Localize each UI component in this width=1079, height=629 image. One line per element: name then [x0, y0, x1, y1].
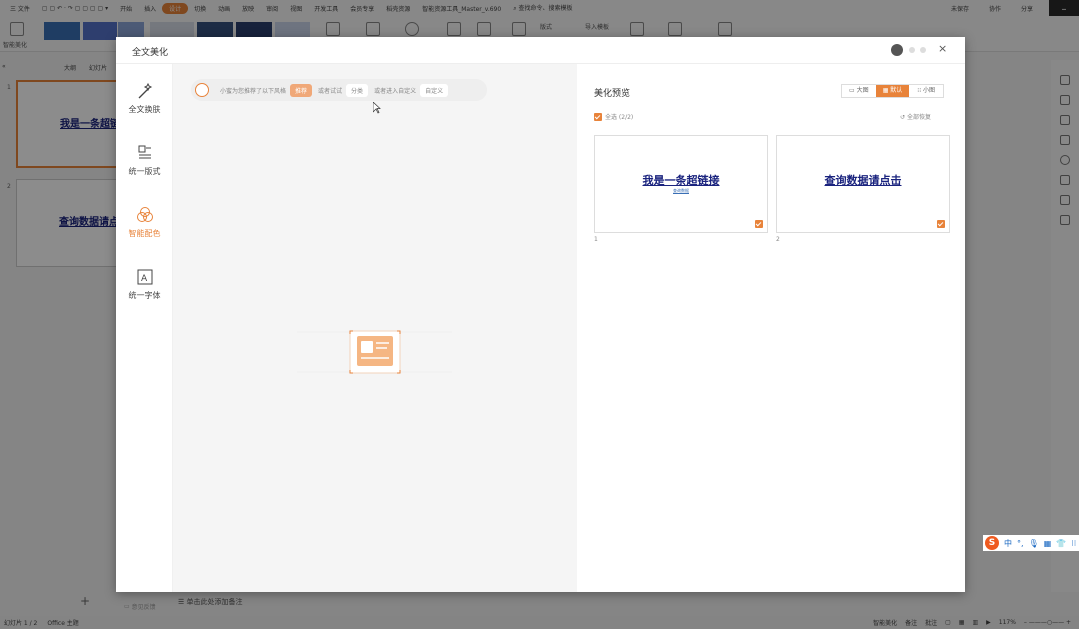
tip-or-try: 或者试试 — [318, 87, 343, 95]
apps-icon[interactable]: ⁝⁝ — [1071, 539, 1076, 548]
style-workspace: 小蜜为您推荐了以下风格 推荐 或者试试 分类 或者进入自定义 自定义 — [173, 64, 577, 592]
sidebar-item-layout[interactable]: 统一版式 — [116, 144, 173, 192]
ime-mode[interactable]: 中 — [1004, 538, 1012, 549]
preview-card[interactable]: 我是一条超链接 查询数据 — [594, 135, 768, 233]
color-circles-icon — [136, 207, 153, 222]
indicator-dot — [920, 47, 926, 53]
avatar[interactable] — [891, 44, 903, 56]
sidebar-item-skin[interactable]: 全文换肤 — [116, 82, 173, 130]
tip-text: 小蜜为您推荐了以下风格 — [220, 87, 287, 95]
sidebar-label: 统一版式 — [128, 167, 161, 176]
size-label: 大图 — [856, 87, 869, 94]
restore-all-button[interactable]: ↺ 全部恢复 — [900, 112, 931, 121]
sidebar-item-font[interactable]: A 统一字体 — [116, 268, 173, 316]
skin-icon[interactable]: 👕 — [1056, 539, 1066, 548]
dialog-header: 全文美化 × — [116, 37, 965, 64]
preview-card-number: 2 — [776, 236, 780, 243]
recommend-button[interactable]: 推荐 — [290, 83, 313, 97]
select-all-label: 全选 (2/2) — [605, 114, 634, 121]
close-icon[interactable]: × — [938, 42, 947, 55]
feedback-button[interactable]: ▭ 意见反馈 — [124, 602, 156, 611]
custom-button[interactable]: 自定义 — [420, 83, 449, 97]
tip-or-enter: 或者进入自定义 — [374, 87, 417, 95]
beautify-dialog: 全文美化 × 全文换肤 统一版式 智能配色 A 统一字体 ▭ 意见反馈 小蜜为您… — [116, 37, 965, 611]
sidebar-label: 统一字体 — [128, 291, 161, 300]
restore-all-label: 全部恢复 — [906, 114, 931, 121]
checkbox-checked-icon — [594, 112, 602, 121]
feedback-label: 意见反馈 — [131, 604, 156, 611]
card-checkbox[interactable] — [755, 220, 763, 228]
size-large-button[interactable]: ▭ 大图 — [842, 85, 876, 97]
ime-logo-icon[interactable]: S — [985, 536, 999, 550]
layout-icon — [138, 145, 151, 159]
size-label: 小图 — [923, 87, 936, 94]
preview-size-toggle: ▭ 大图 ▦ 默认 ⁝⁝ 小图 — [841, 84, 944, 98]
magic-wand-icon — [138, 82, 152, 99]
keyboard-icon[interactable]: ▦ — [1044, 539, 1052, 548]
ime-toolbar: S 中 °, 🎙 ▦ 👕 ⁝⁝ — [983, 535, 1079, 551]
card-checkbox[interactable] — [937, 220, 945, 228]
category-button[interactable]: 分类 — [346, 83, 369, 97]
preview-card-title: 查询数据请点击 — [824, 174, 902, 187]
size-label: 默认 — [890, 87, 903, 94]
microphone-icon[interactable]: 🎙 — [1029, 539, 1039, 548]
sidebar-label: 智能配色 — [128, 229, 161, 238]
beautify-preview: 美化预览 ▭ 大图 ▦ 默认 ⁝⁝ 小图 全选 (2/2) ↺ 全部恢复 我是一… — [577, 64, 965, 592]
feedback-icon: ▭ — [124, 603, 130, 610]
preview-card-number: 1 — [594, 236, 598, 243]
sidebar-label: 全文换肤 — [128, 105, 161, 114]
preview-card-title: 我是一条超链接 — [642, 174, 720, 187]
mouse-cursor-icon — [373, 102, 381, 114]
loading-illustration-icon — [297, 330, 452, 374]
size-default-button[interactable]: ▦ 默认 — [875, 85, 910, 97]
recommend-tip-bar: 小蜜为您推荐了以下风格 推荐 或者试试 分类 或者进入自定义 自定义 — [191, 79, 487, 101]
preview-card-subtitle: 查询数据 — [673, 188, 689, 193]
preview-title: 美化预览 — [594, 89, 631, 99]
preview-card[interactable]: 查询数据请点击 — [776, 135, 950, 233]
ime-punct-icon[interactable]: °, — [1017, 539, 1024, 548]
size-small-button[interactable]: ⁝⁝ 小图 — [909, 85, 943, 97]
tip-icon — [195, 83, 209, 97]
font-icon: A — [137, 269, 152, 285]
beautify-sidebar: 全文换肤 统一版式 智能配色 A 统一字体 ▭ 意见反馈 — [116, 64, 173, 611]
svg-text:A: A — [141, 274, 148, 284]
indicator-dot — [909, 47, 915, 53]
sidebar-item-color[interactable]: 智能配色 — [116, 206, 173, 254]
select-all-checkbox[interactable]: 全选 (2/2) — [594, 112, 633, 121]
dialog-title: 全文美化 — [132, 48, 169, 58]
